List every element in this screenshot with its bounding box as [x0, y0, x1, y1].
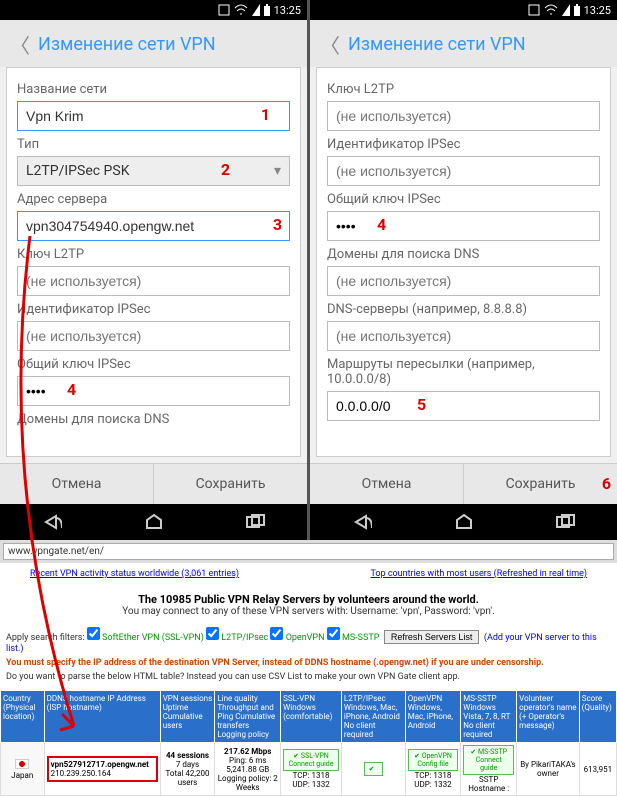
th-ssl: SSL-VPN Windows (comfortable) [281, 691, 342, 743]
filter-sstp[interactable] [327, 627, 340, 640]
th-sstp: MS-SSTP Windows Vista, 7, 8, RT No clien… [461, 691, 517, 743]
dns-label: Домены для поиска DNS [17, 412, 290, 427]
save-button[interactable]: Сохранить [153, 463, 307, 504]
dialog-header: 〈 Изменение сети VPN [310, 20, 617, 67]
dns-servers-input[interactable] [327, 321, 600, 351]
l2tp-check-icon [364, 762, 383, 776]
top-countries-link[interactable]: Top countries with most users (Refreshed… [370, 569, 587, 579]
flag-jp-icon [15, 759, 29, 769]
refresh-button[interactable]: Refresh Servers List [384, 630, 480, 644]
th-score: Score (Quality) [579, 691, 616, 743]
dns-input[interactable] [327, 266, 600, 296]
dialog-title: Изменение сети VPN [38, 34, 216, 55]
back-icon[interactable]: 〈 [320, 30, 340, 59]
recent-nav-icon[interactable] [246, 514, 266, 530]
navbar [0, 504, 307, 540]
name-input[interactable] [17, 101, 290, 131]
parse-hint: Do you want to parse the below HTML tabl… [0, 670, 617, 684]
dns-servers-label: DNS-серверы (например, 8.8.8.8) [327, 302, 600, 317]
recent-link[interactable]: Recent VPN activity status worldwide (3,… [30, 569, 239, 579]
filter-ovpn[interactable] [270, 627, 283, 640]
wifi-icon [544, 4, 558, 16]
ipsec-key-label: Общий ключ IPSec [17, 357, 290, 372]
cancel-button[interactable]: Отмена [0, 463, 153, 504]
battery-icon [574, 4, 580, 16]
marker-5: 5 [417, 395, 426, 414]
l2tp-input[interactable] [327, 101, 600, 131]
l2tp-input[interactable] [17, 266, 290, 296]
th-quality: Line quality Throughput and Ping Cumulat… [215, 691, 281, 743]
type-label: Тип [17, 137, 290, 152]
type-select[interactable]: L2TP/IPSec PSK [17, 156, 290, 186]
home-nav-icon[interactable] [145, 514, 163, 530]
status-bar: 13:25 [0, 0, 307, 20]
sstp-guide[interactable]: MS-SSTP Connect guide [463, 745, 514, 775]
marker-4a: 4 [67, 380, 76, 399]
server-label: Адрес сервера [17, 192, 290, 207]
filter-l2tp[interactable] [206, 627, 219, 640]
l2tp-label: Ключ L2TP [17, 247, 290, 262]
server-input[interactable] [17, 211, 290, 241]
l2tp-label: Ключ L2TP [327, 82, 600, 97]
ipsec-id-input[interactable] [327, 156, 600, 186]
save-button[interactable]: Сохранить6 [463, 463, 617, 504]
routes-input[interactable] [327, 391, 600, 421]
nfc-icon [528, 4, 540, 16]
routes-label: Маршруты пересылки (например, 10.0.0.0/8… [327, 357, 600, 387]
th-host: DDNS hostname IP Address (ISP hostname) [44, 691, 160, 743]
warning-text: You must specify the IP address of the d… [6, 658, 544, 668]
back-nav-icon[interactable] [42, 514, 62, 530]
name-label: Название сети [17, 82, 290, 97]
recent-nav-icon[interactable] [556, 514, 576, 530]
marker-4b: 4 [377, 215, 386, 234]
ipsec-key-input[interactable] [327, 211, 600, 241]
dialog-header: 〈 Изменение сети VPN [0, 20, 307, 67]
url-input[interactable]: www.vpngate.net/en/ [3, 543, 614, 560]
th-owner: Volunteer operator's name (+ Operator's … [517, 691, 580, 743]
cancel-button[interactable]: Отмена [310, 463, 463, 504]
marker-3: 3 [273, 215, 282, 234]
nfc-icon [218, 4, 230, 16]
table-row[interactable]: Japan vpn527912717.opengw.net210.239.250… [1, 743, 617, 796]
url-bar: www.vpngate.net/en/ [0, 540, 617, 563]
status-bar: 13:25 [310, 0, 617, 20]
back-nav-icon[interactable] [352, 514, 372, 530]
marker-1: 1 [261, 105, 270, 124]
signal-icon [252, 4, 260, 16]
filter-ssl[interactable] [87, 627, 100, 640]
clock: 13:25 [584, 4, 611, 17]
servers-table: Country (Physical location) DDNS hostnam… [0, 690, 617, 796]
headline: The 10985 Public VPN Relay Servers by vo… [138, 593, 479, 606]
filters-label: Apply search filters: [6, 633, 85, 643]
th-ovpn: OpenVPN Windows, Mac, iPhone, Android [405, 691, 461, 743]
ipsec-id-label: Идентификатор IPSec [17, 302, 290, 317]
battery-icon [264, 4, 270, 16]
ipsec-key-input[interactable] [17, 376, 290, 406]
ipsec-id-input[interactable] [17, 321, 290, 351]
navbar [310, 504, 617, 540]
marker-2: 2 [221, 160, 230, 179]
dialog-title: Изменение сети VPN [348, 34, 526, 55]
subheadline: You may connect to any of these VPN serv… [0, 606, 617, 617]
ipsec-id-label: Идентификатор IPSec [327, 137, 600, 152]
wifi-icon [234, 4, 248, 16]
home-nav-icon[interactable] [455, 514, 473, 530]
marker-6: 6 [602, 474, 611, 493]
dns-label: Домены для поиска DNS [327, 247, 600, 262]
back-icon[interactable]: 〈 [10, 30, 30, 59]
ipsec-key-label: Общий ключ IPSec [327, 192, 600, 207]
th-country: Country (Physical location) [1, 691, 45, 743]
th-l2tp: L2TP/IPsec Windows, Mac, iPhone, Android… [341, 691, 405, 743]
signal-icon [562, 4, 570, 16]
clock: 13:25 [274, 4, 301, 17]
th-sessions: VPN sessions Uptime Cumulative users [160, 691, 215, 743]
